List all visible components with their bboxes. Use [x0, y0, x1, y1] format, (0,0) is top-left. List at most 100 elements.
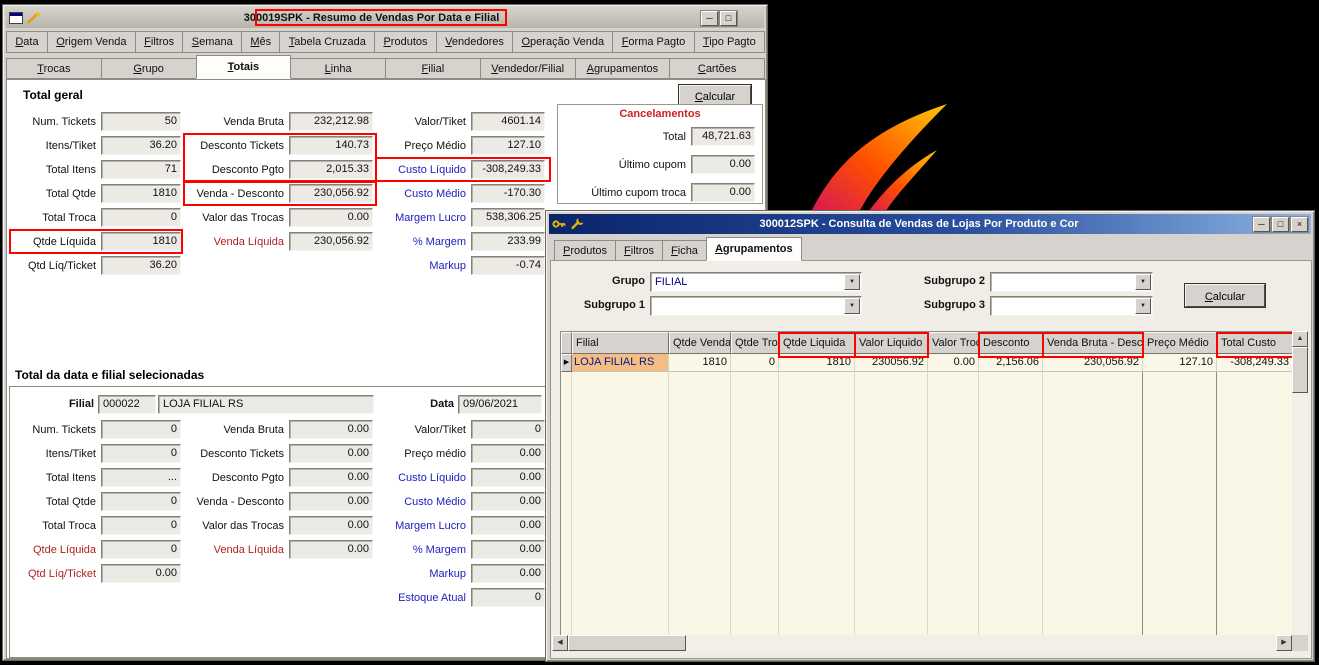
- menu-tab-semana[interactable]: Semana: [182, 31, 243, 53]
- data-filial-value-field: 0.00: [471, 468, 545, 487]
- total-geral-row: Venda Líquida 230,056.92: [185, 232, 373, 251]
- total-geral-label: Itens/Tiket: [45, 139, 96, 152]
- column-header-total-custo[interactable]: Total Custo: [1217, 332, 1292, 354]
- column-header-filial[interactable]: Filial: [572, 332, 669, 354]
- view-tab-agrupamentos[interactable]: Agrupamentos: [574, 58, 671, 79]
- cancelamentos-value-field: 0.00: [691, 183, 755, 202]
- cancelamentos-groupbox: Cancelamentos Total 48,721.63 Último cupom…: [557, 104, 763, 204]
- scroll-right-icon[interactable]: ▶: [1276, 635, 1292, 651]
- view-tab-filial[interactable]: Filial: [385, 58, 481, 79]
- total-geral-col2: Venda Bruta 232,212.98 Desconto Tickets 140…: [185, 112, 373, 256]
- total-geral-value-field: 0: [101, 208, 181, 227]
- total-geral-value-field: 4601.14: [471, 112, 545, 131]
- calcular-button[interactable]: Calcular: [1184, 283, 1266, 308]
- tab-ficha[interactable]: Ficha: [662, 240, 707, 261]
- subgrupo2-dropdown[interactable]: ▼: [990, 272, 1153, 292]
- grid-cell[interactable]: 1810: [669, 354, 731, 372]
- menu-tab-forma-pagto[interactable]: Forma Pagto: [612, 31, 695, 53]
- minimize-button[interactable]: ─: [700, 9, 719, 27]
- scroll-left-icon[interactable]: ◀: [552, 635, 568, 651]
- menu-tab-filtros[interactable]: Filtros: [134, 31, 184, 53]
- view-tab-cart-es[interactable]: Cartões: [669, 58, 765, 79]
- menu-tab-opera-o-venda[interactable]: Operação Venda: [512, 31, 614, 53]
- scrollbar-thumb[interactable]: [1292, 347, 1308, 393]
- subgrupo3-dropdown[interactable]: ▼: [990, 296, 1153, 316]
- total-geral-value-field: -308,249.33: [471, 160, 545, 179]
- view-tab-trocas[interactable]: Trocas: [6, 58, 102, 79]
- chevron-down-icon[interactable]: ▼: [1135, 274, 1151, 290]
- filial-name-field[interactable]: LOJA FILIAL RS: [158, 395, 374, 414]
- column-header-qtde-liquida[interactable]: Qtde Liquida: [779, 332, 855, 354]
- grupo-dropdown[interactable]: FILIAL ▼: [650, 272, 862, 292]
- total-geral-value-field: 71: [101, 160, 181, 179]
- calcular-button[interactable]: Calcular: [678, 84, 752, 106]
- data-filial-row: Margem Lucro 0.00: [377, 516, 545, 535]
- grid-cell[interactable]: 0.00: [928, 354, 979, 372]
- total-geral-row: Custo Médio -170.30: [377, 184, 545, 203]
- data-filial-value-field: 0: [101, 540, 181, 559]
- total-geral-col3: Valor/Tiket 4601.14 Preço Médio 127.10 Custo…: [377, 112, 545, 280]
- data-filial-row: Desconto Pgto 0.00: [185, 468, 373, 487]
- view-tab-linha[interactable]: Linha: [290, 58, 386, 79]
- maximize-button[interactable]: □: [719, 9, 738, 27]
- total-geral-value-field: 1810: [101, 184, 181, 203]
- menu-tab-origem-venda[interactable]: Origem Venda: [46, 31, 136, 53]
- horizontal-scrollbar[interactable]: ◀ ▶: [552, 635, 1292, 651]
- data-filial-value-field: 0.00: [289, 468, 373, 487]
- close-button[interactable]: ×: [1290, 215, 1309, 233]
- column-header-valor-liquido[interactable]: Valor Liquido: [855, 332, 928, 354]
- column-header-desconto[interactable]: Desconto: [979, 332, 1043, 354]
- grid-cell[interactable]: 230,056.92: [1043, 354, 1143, 372]
- menu-tab-data[interactable]: Data: [6, 31, 48, 53]
- data-field[interactable]: 09/06/2021: [458, 395, 542, 414]
- chevron-down-icon[interactable]: ▼: [844, 274, 860, 290]
- data-filial-label: Num. Tickets: [32, 423, 96, 436]
- view-tab-grupo[interactable]: Grupo: [100, 58, 197, 79]
- grid-cell[interactable]: 0: [731, 354, 779, 372]
- total-geral-value-field: 230,056.92: [289, 184, 373, 203]
- grid-cell[interactable]: 127.10: [1143, 354, 1217, 372]
- grid-cell-filial[interactable]: LOJA FILIAL RS: [572, 354, 669, 372]
- filial-code-field[interactable]: 000022: [98, 395, 156, 414]
- chevron-down-icon[interactable]: ▼: [1135, 298, 1151, 314]
- scroll-up-icon[interactable]: ▲: [1292, 331, 1308, 347]
- grid-cell[interactable]: -308,249.33: [1217, 354, 1292, 372]
- data-filial-label: Desconto Tickets: [200, 447, 284, 460]
- data-filial-label: Qtd Líq/Ticket: [27, 567, 96, 580]
- data-filial-value-field: 0.00: [289, 492, 373, 511]
- column-header-qtde-venda[interactable]: Qtde Venda: [669, 332, 731, 354]
- minimize-button[interactable]: ─: [1252, 215, 1271, 233]
- vertical-scrollbar[interactable]: ▲ ▼: [1292, 331, 1308, 651]
- grid-cell[interactable]: 230056.92: [855, 354, 928, 372]
- tab-filtros[interactable]: Filtros: [615, 240, 664, 261]
- grid-column-stripe: [779, 354, 855, 635]
- agrupamentos-panel: Grupo FILIAL ▼ Subgrupo 2 ▼ Subgrupo 1 ▼…: [550, 260, 1312, 659]
- column-header-valor-troca[interactable]: Valor Troca: [928, 332, 979, 354]
- total-geral-heading: Total geral: [23, 88, 83, 102]
- chevron-down-icon[interactable]: ▼: [844, 298, 860, 314]
- tab-produtos[interactable]: Produtos: [554, 240, 617, 261]
- menu-tab-tabela-cruzada[interactable]: Tabela Cruzada: [279, 31, 376, 53]
- total-geral-label: Custo Líquido: [398, 163, 466, 176]
- column-header-qtde-troca[interactable]: Qtde Troca: [731, 332, 779, 354]
- menu-tab-m-s[interactable]: Mês: [241, 31, 281, 53]
- view-tab-vendedor-filial[interactable]: Vendedor/Filial: [479, 58, 576, 79]
- grid-cell[interactable]: 2,156.06: [979, 354, 1043, 372]
- data-filial-value-field: 0: [471, 420, 545, 439]
- column-header-pre-o-m-dio[interactable]: Preço Médio: [1143, 332, 1217, 354]
- cancelamentos-label: Total: [662, 130, 686, 143]
- grid-cell[interactable]: 1810: [779, 354, 855, 372]
- view-tab-totais[interactable]: Totais: [195, 55, 292, 79]
- column-header-venda-bruta-desc[interactable]: Venda Bruta - Desc.: [1043, 332, 1143, 354]
- menu-tab-produtos[interactable]: Produtos: [374, 31, 437, 53]
- row-selector-cell[interactable]: ▶: [561, 354, 572, 372]
- total-geral-row: Itens/Tiket 36.20: [11, 136, 181, 155]
- menu-tab-tipo-pagto[interactable]: Tipo Pagto: [693, 31, 766, 53]
- data-filial-value-field: 0.00: [471, 540, 545, 559]
- menu-tab-vendedores[interactable]: Vendedores: [435, 31, 514, 53]
- maximize-button[interactable]: □: [1271, 215, 1290, 233]
- tab-agrupamentos[interactable]: Agrupamentos: [705, 237, 802, 261]
- subgrupo1-dropdown[interactable]: ▼: [650, 296, 862, 316]
- data-filial-label: Custo Líquido: [398, 471, 466, 484]
- scrollbar-thumb[interactable]: [568, 635, 686, 651]
